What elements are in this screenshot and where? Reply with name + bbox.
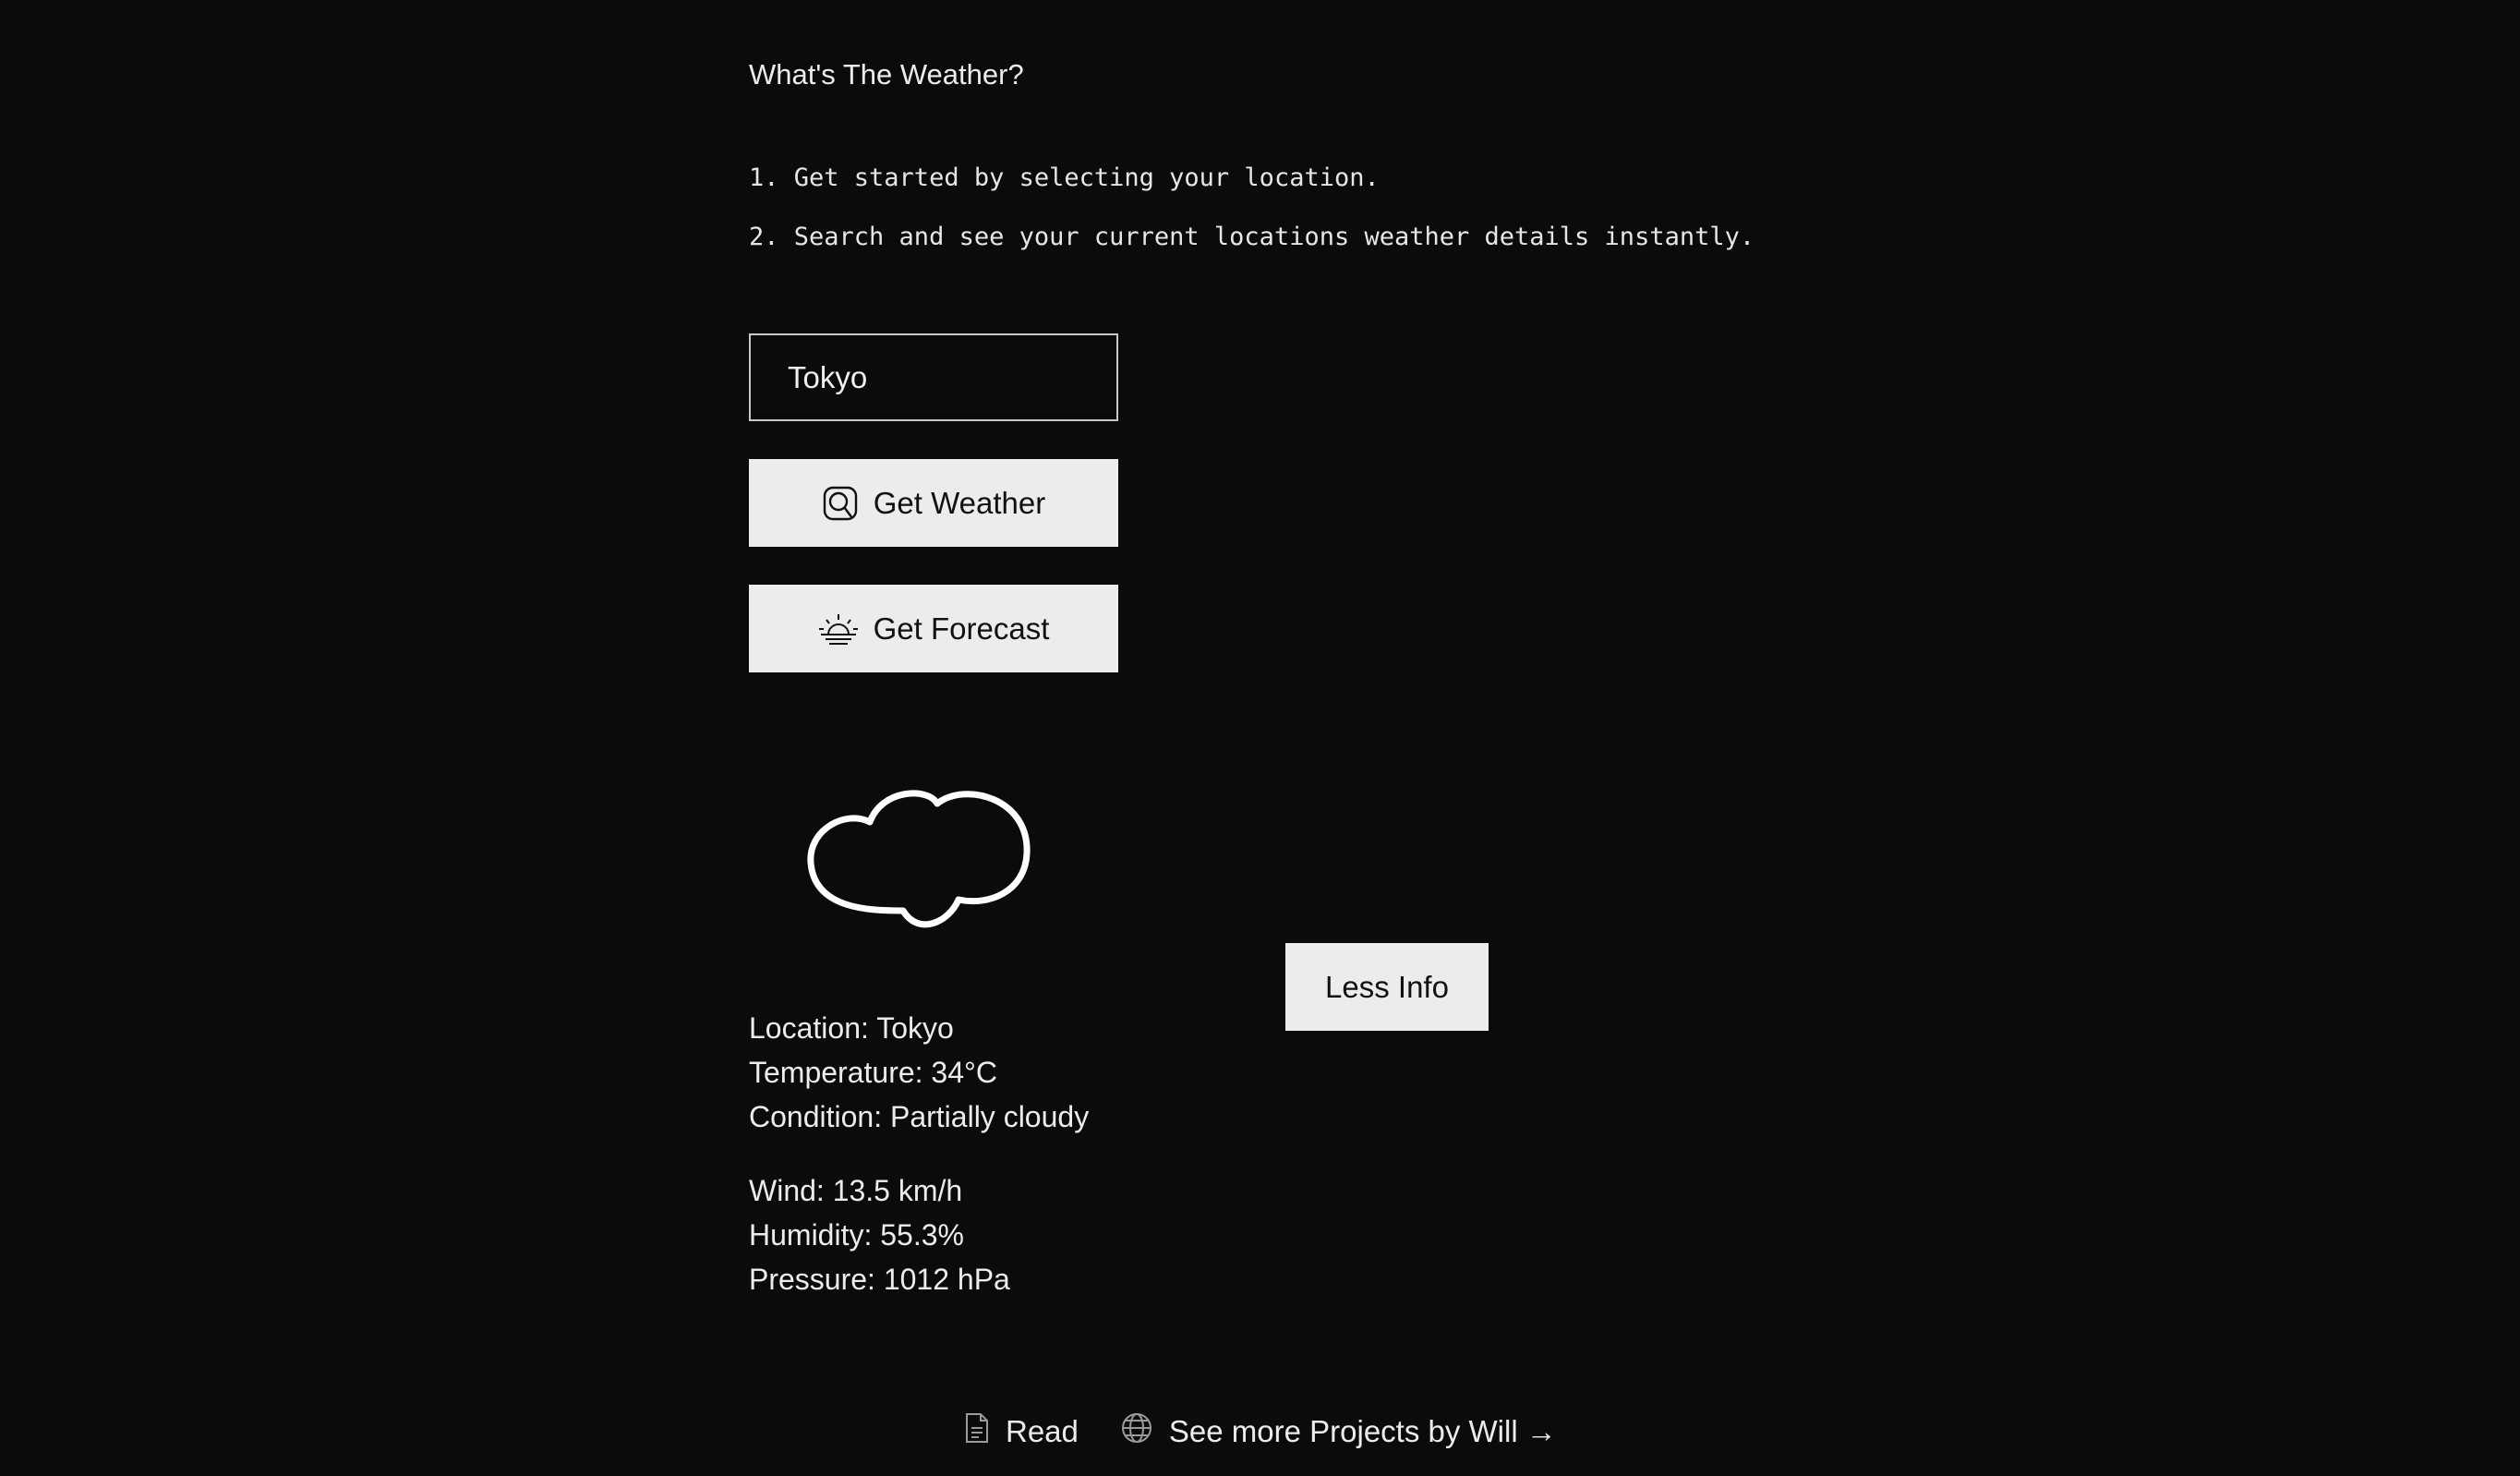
instruction-step-1: 1. Get started by selecting your locatio… bbox=[749, 163, 1380, 192]
weather-summary: Location: Tokyo Temperature: 34°C Condit… bbox=[749, 1006, 1089, 1139]
humidity-text: Humidity: 55.3% bbox=[749, 1218, 964, 1252]
condition-text: Condition: Partially cloudy bbox=[749, 1100, 1090, 1133]
sunrise-icon bbox=[818, 612, 859, 646]
get-weather-button[interactable]: Get Weather bbox=[749, 459, 1118, 547]
cloud-icon bbox=[803, 781, 1034, 943]
projects-link[interactable]: See more Projects by Will → bbox=[1121, 1412, 1557, 1451]
page-title: What's The Weather? bbox=[749, 58, 1024, 91]
projects-label: See more Projects by Will → bbox=[1168, 1414, 1557, 1448]
weather-details: Wind: 13.5 km/h Humidity: 55.3% Pressure… bbox=[749, 1168, 1010, 1301]
footer: Read See more Projects by Will → bbox=[965, 1412, 1557, 1451]
get-forecast-label: Get Forecast bbox=[873, 611, 1050, 646]
instruction-step-2: 2. Search and see your current locations… bbox=[749, 223, 1755, 251]
read-label: Read bbox=[1006, 1414, 1079, 1448]
document-icon bbox=[965, 1412, 989, 1451]
search-icon bbox=[822, 485, 859, 522]
wind-text: Wind: 13.5 km/h bbox=[749, 1174, 963, 1207]
instructions-list: 1. Get started by selecting your locatio… bbox=[749, 163, 1754, 281]
globe-icon bbox=[1121, 1412, 1152, 1451]
get-weather-label: Get Weather bbox=[873, 485, 1046, 520]
temperature-text: Temperature: 34°C bbox=[749, 1056, 997, 1089]
read-link[interactable]: Read bbox=[965, 1412, 1079, 1451]
location-input[interactable] bbox=[749, 333, 1118, 421]
get-forecast-button[interactable]: Get Forecast bbox=[749, 585, 1118, 672]
location-text: Location: Tokyo bbox=[749, 1011, 954, 1045]
pressure-text: Pressure: 1012 hPa bbox=[749, 1263, 1010, 1296]
less-info-button[interactable]: Less Info bbox=[1285, 943, 1489, 1031]
